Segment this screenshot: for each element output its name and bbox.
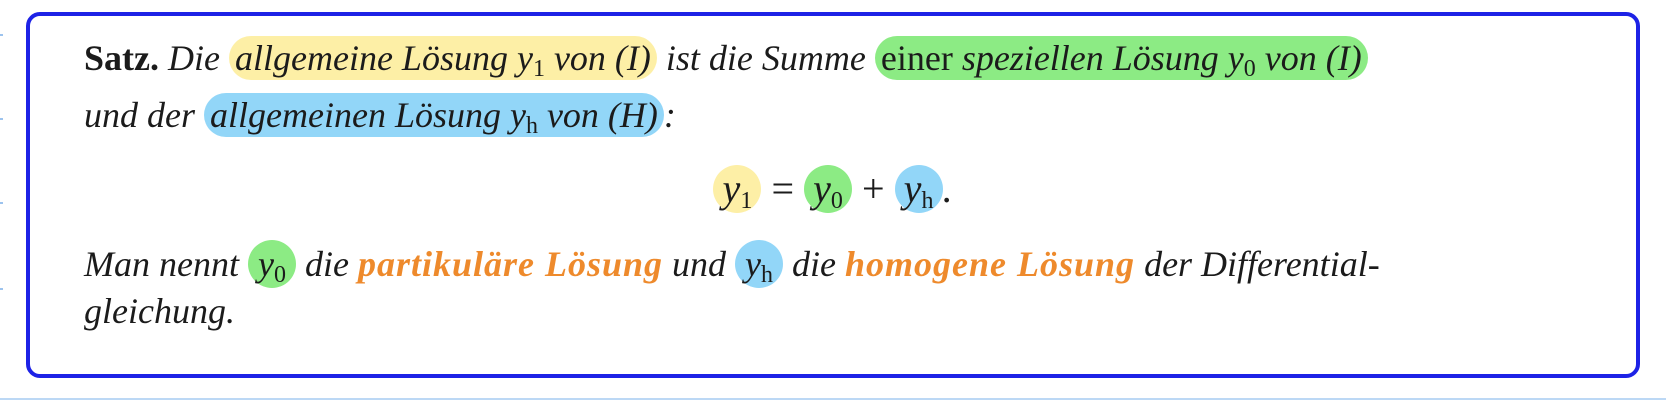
- ruler-tick: [0, 34, 3, 36]
- math-var: y: [257, 244, 274, 284]
- text: und der: [84, 95, 195, 135]
- subscript: h: [525, 113, 538, 139]
- highlight-green: y0: [804, 165, 852, 214]
- definition-line-1: Man nennt y0 die partikuläre Lösung und …: [84, 240, 1594, 288]
- subscript: 1: [740, 188, 753, 214]
- theorem-line-2: und der allgemeinen Lösung yh von (H):: [84, 92, 1594, 149]
- math-var: y: [722, 166, 741, 211]
- subscript: 0: [830, 188, 843, 214]
- text: die: [304, 244, 349, 284]
- theorem-label: Satz.: [84, 38, 159, 78]
- text: von (H): [537, 95, 658, 135]
- subscript: h: [921, 188, 934, 214]
- equals-sign: =: [771, 166, 794, 211]
- text: allgemeine Lösung y: [234, 38, 533, 78]
- text: die: [792, 244, 837, 284]
- text: allgemeinen Lösung y: [210, 95, 526, 135]
- term-particular-solution: partikuläre Lösung: [357, 244, 664, 284]
- highlight-green: y0: [247, 240, 296, 288]
- subscript: 1: [532, 56, 545, 82]
- text: von (I): [1255, 38, 1362, 78]
- math-var: y: [903, 166, 922, 211]
- text: .: [942, 166, 953, 211]
- theorem-line-1: Satz. Die allgemeine Lösung y1 von (I) i…: [84, 35, 1594, 92]
- definition-line-2: gleichung.: [84, 288, 1594, 334]
- subscript: h: [761, 262, 774, 288]
- text: Man nennt: [84, 244, 239, 284]
- highlight-yellow: y1: [713, 165, 762, 214]
- text: speziellen Lösung y: [952, 38, 1244, 78]
- plus-sign: +: [862, 166, 885, 211]
- subscript: 0: [1243, 56, 1256, 82]
- text: ist die Summe: [665, 38, 866, 78]
- term-homogeneous-solution: homogene Lösung: [845, 244, 1136, 284]
- text: einer: [880, 38, 953, 78]
- display-formula: y1 = y0 + yh.: [0, 165, 1666, 214]
- text: der Differential-: [1144, 244, 1380, 284]
- text: und: [672, 244, 727, 284]
- text: Die: [168, 38, 220, 78]
- highlight-blue: yh: [894, 165, 943, 214]
- subscript: 0: [273, 262, 286, 288]
- math-var: y: [813, 166, 831, 211]
- highlight-yellow: allgemeine Lösung y1 von (I): [228, 36, 657, 82]
- highlight-blue: yh: [735, 240, 784, 288]
- page-divider: [0, 398, 1666, 400]
- theorem-statement: Satz. Die allgemeine Lösung y1 von (I) i…: [84, 35, 1594, 149]
- text: :: [663, 95, 676, 135]
- ruler-tick: [0, 288, 3, 290]
- highlight-green: einer speziellen Lösung y0 von (I): [874, 36, 1368, 82]
- ruler-tick: [0, 118, 3, 120]
- text: gleichung.: [84, 291, 235, 331]
- definition-paragraph: Man nennt y0 die partikuläre Lösung und …: [84, 240, 1594, 334]
- math-var: y: [745, 244, 762, 284]
- highlight-blue: allgemeinen Lösung yh von (H): [204, 93, 664, 139]
- text: von (I): [544, 38, 651, 78]
